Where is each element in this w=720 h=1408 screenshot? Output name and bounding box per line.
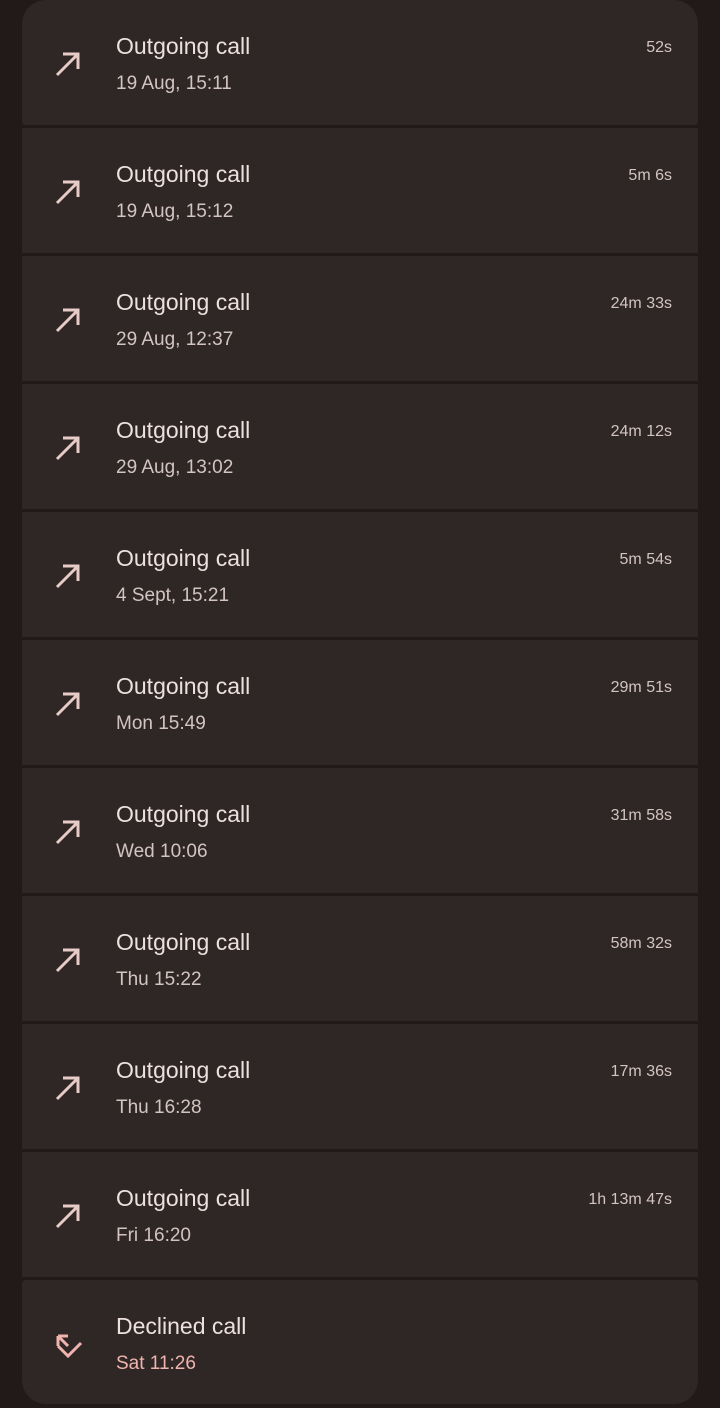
outgoing-arrow-icon — [52, 48, 84, 80]
call-log-row[interactable]: Outgoing call Fri 16:20 1h 13m 47s — [22, 1152, 698, 1277]
outgoing-arrow-icon — [52, 304, 84, 336]
call-log-row[interactable]: Outgoing call Wed 10:06 31m 58s — [22, 768, 698, 893]
call-log-row[interactable]: Declined call Sat 11:26 — [22, 1280, 698, 1404]
call-duration: 58m 32s — [610, 935, 672, 952]
outgoing-arrow-icon — [52, 176, 84, 208]
call-type: Outgoing call — [116, 545, 251, 571]
outgoing-arrow-icon — [52, 816, 84, 848]
call-duration: 17m 36s — [610, 1063, 672, 1080]
call-type: Outgoing call — [116, 1185, 251, 1211]
call-history-list: Outgoing call 19 Aug, 15:11 52s Outgoing… — [22, 0, 698, 1407]
call-type: Outgoing call — [116, 929, 251, 955]
call-log-row[interactable]: Outgoing call 19 Aug, 15:12 5m 6s — [22, 128, 698, 253]
call-time: Sat 11:26 — [116, 1353, 196, 1374]
call-time: 19 Aug, 15:12 — [116, 201, 234, 222]
call-duration: 5m 6s — [628, 167, 672, 184]
call-type: Outgoing call — [116, 1057, 251, 1083]
outgoing-arrow-icon — [52, 1072, 84, 1104]
outgoing-arrow-icon — [52, 1200, 84, 1232]
call-type: Outgoing call — [116, 673, 251, 699]
call-time: Fri 16:20 — [116, 1225, 191, 1246]
call-type: Outgoing call — [116, 161, 251, 187]
call-duration: 24m 33s — [610, 295, 672, 312]
call-log-row[interactable]: Outgoing call Thu 16:28 17m 36s — [22, 1024, 698, 1149]
call-type: Outgoing call — [116, 33, 251, 59]
call-type: Outgoing call — [116, 801, 251, 827]
outgoing-arrow-icon — [52, 560, 84, 592]
call-log-row[interactable]: Outgoing call 29 Aug, 13:02 24m 12s — [22, 384, 698, 509]
call-time: Mon 15:49 — [116, 713, 206, 734]
call-duration: 1h 13m 47s — [588, 1191, 672, 1208]
call-time: Thu 16:28 — [116, 1097, 202, 1118]
call-duration: 24m 12s — [610, 423, 672, 440]
call-log-row[interactable]: Outgoing call Mon 15:49 29m 51s — [22, 640, 698, 765]
call-type: Declined call — [116, 1313, 247, 1339]
declined-call-icon — [52, 1328, 84, 1360]
call-time: Thu 15:22 — [116, 969, 202, 990]
call-log-row[interactable]: Outgoing call 29 Aug, 12:37 24m 33s — [22, 256, 698, 381]
call-time: 29 Aug, 13:02 — [116, 457, 234, 478]
call-time: Wed 10:06 — [116, 841, 208, 862]
call-type: Outgoing call — [116, 289, 251, 315]
call-log-row[interactable]: Outgoing call 4 Sept, 15:21 5m 54s — [22, 512, 698, 637]
call-time: 29 Aug, 12:37 — [116, 329, 234, 350]
call-duration: 31m 58s — [610, 807, 672, 824]
call-log-row[interactable]: Outgoing call 19 Aug, 15:11 52s — [22, 0, 698, 125]
call-time: 19 Aug, 15:11 — [116, 73, 232, 94]
call-duration: 5m 54s — [619, 551, 672, 568]
call-duration: 52s — [646, 39, 672, 56]
outgoing-arrow-icon — [52, 432, 84, 464]
call-type: Outgoing call — [116, 417, 251, 443]
call-time: 4 Sept, 15:21 — [116, 585, 230, 606]
outgoing-arrow-icon — [52, 944, 84, 976]
outgoing-arrow-icon — [52, 688, 84, 720]
call-duration: 29m 51s — [610, 679, 672, 696]
call-log-row[interactable]: Outgoing call Thu 15:22 58m 32s — [22, 896, 698, 1021]
